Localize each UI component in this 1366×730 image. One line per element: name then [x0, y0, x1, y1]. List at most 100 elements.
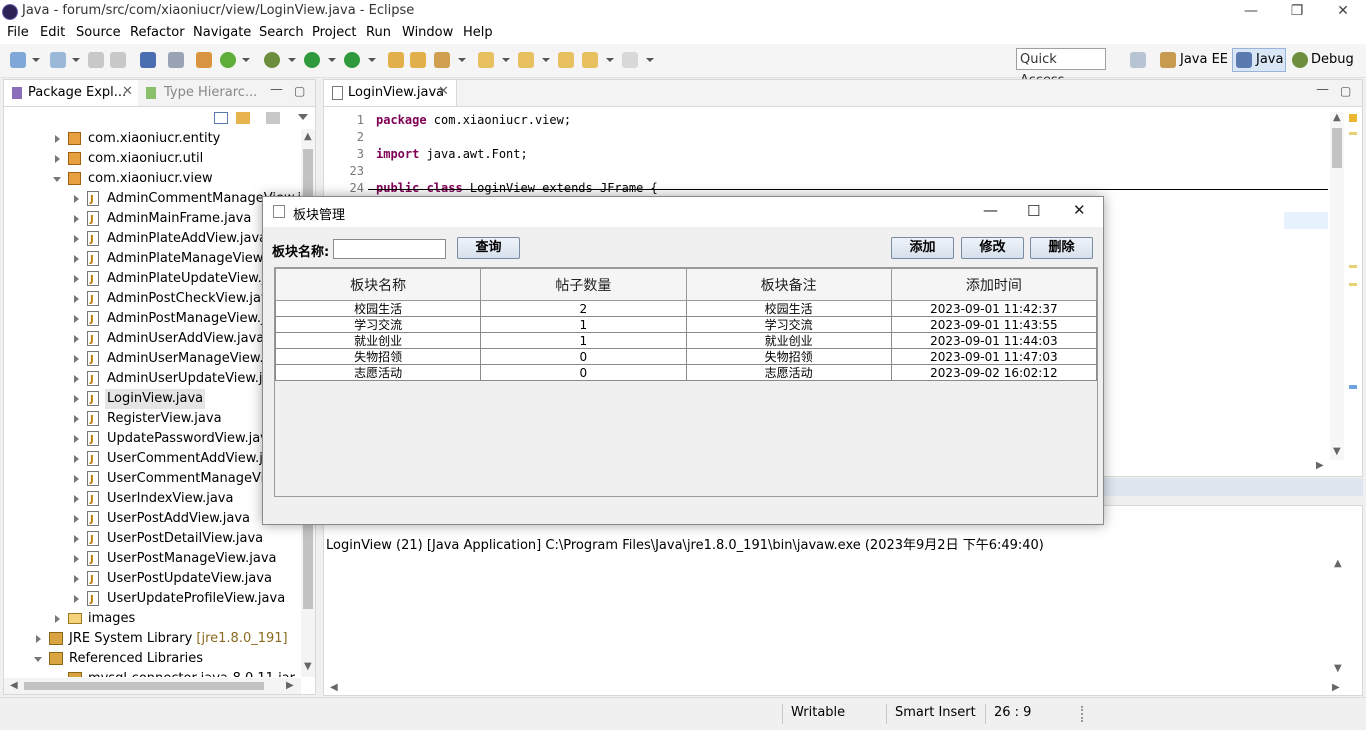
table-cell[interactable]: 2	[480, 300, 687, 317]
collapse-arrow-icon[interactable]	[74, 195, 79, 203]
collapse-arrow-icon[interactable]	[74, 315, 79, 323]
scroll-left-icon[interactable]: ◀	[10, 680, 18, 691]
ruler-marker[interactable]	[1349, 265, 1357, 268]
scroll-thumb[interactable]	[1332, 128, 1342, 168]
next-annotation-dropdown-icon[interactable]	[502, 58, 510, 62]
collapse-arrow-icon[interactable]	[74, 355, 79, 363]
table-cell[interactable]: 2023-09-01 11:43:55	[890, 316, 1098, 333]
dialog-close-button[interactable]: ✕	[1073, 201, 1086, 219]
run-dropdown-icon[interactable]	[328, 58, 336, 62]
editor-vertical-scrollbar[interactable]: ▲ ▼	[1330, 112, 1344, 460]
table-cell[interactable]: 志愿活动	[685, 364, 892, 381]
run-external-dropdown-icon[interactable]	[368, 58, 376, 62]
collapse-arrow-icon[interactable]	[55, 155, 60, 163]
close-tab-icon[interactable]: ✕	[438, 84, 449, 99]
last-edit-icon[interactable]	[558, 52, 574, 68]
back-dropdown-icon[interactable]	[606, 58, 614, 62]
tree-item[interactable]: AdminPlateManageView.java	[4, 249, 300, 269]
tree-item[interactable]: UpdatePasswordView.java	[4, 429, 300, 449]
prev-annotation-dropdown-icon[interactable]	[542, 58, 550, 62]
collapse-arrow-icon[interactable]	[74, 215, 79, 223]
tree-item[interactable]: UserIndexView.java	[4, 489, 300, 509]
scroll-up-icon[interactable]: ▲	[304, 131, 312, 142]
add-button[interactable]: 添加	[891, 237, 954, 259]
edit-button[interactable]: 修改	[961, 237, 1024, 259]
ruler-marker[interactable]	[1349, 283, 1357, 286]
tree-item[interactable]: UserPostDetailView.java	[4, 529, 300, 549]
scroll-down-icon[interactable]: ▼	[1334, 663, 1342, 674]
dialog-maximize-button[interactable]: ☐	[1027, 202, 1040, 220]
table-cell[interactable]: 校园生活	[685, 300, 892, 317]
console-icon[interactable]	[140, 52, 156, 68]
table-cell[interactable]: 0	[480, 348, 687, 365]
collapse-arrow-icon[interactable]	[74, 515, 79, 523]
collapse-all-icon[interactable]	[214, 112, 228, 124]
table-row[interactable]: 失物招领 0 失物招领 2023-09-01 11:47:03	[274, 348, 1098, 365]
table-cell[interactable]: 学习交流	[274, 316, 482, 333]
minimize-view-icon[interactable]: —	[270, 82, 283, 97]
table-cell[interactable]: 失物招领	[685, 348, 892, 365]
collapse-arrow-icon[interactable]	[74, 335, 79, 343]
forward-dropdown-icon[interactable]	[646, 58, 654, 62]
search-tool-icon[interactable]	[434, 52, 450, 68]
tree-item[interactable]: AdminPlateUpdateView.java	[4, 269, 300, 289]
table-cell[interactable]: 就业创业	[685, 332, 892, 349]
maximize-view-icon[interactable]: ▢	[294, 84, 305, 98]
tree-item[interactable]: UserPostUpdateView.java	[4, 569, 300, 589]
table-cell[interactable]: 2023-09-02 16:02:12	[890, 364, 1098, 381]
collapse-arrow-icon[interactable]	[74, 395, 79, 403]
menu-refactor[interactable]: Refactor	[130, 25, 185, 40]
tree-item[interactable]: JRE System Library [jre1.8.0_191]	[4, 629, 300, 649]
tree-item[interactable]: AdminCommentManageView.java	[4, 189, 300, 209]
collapse-arrow-icon[interactable]	[74, 295, 79, 303]
maximize-editor-icon[interactable]: ▢	[1340, 84, 1351, 98]
menu-navigate[interactable]: Navigate	[193, 25, 251, 40]
minimize-button[interactable]: —	[1228, 0, 1274, 23]
menu-search[interactable]: Search	[259, 25, 304, 40]
tree-item[interactable]: AdminPlateAddView.java	[4, 229, 300, 249]
menu-edit[interactable]: Edit	[40, 25, 65, 40]
table-cell[interactable]: 0	[480, 364, 687, 381]
table-cell[interactable]: 志愿活动	[274, 364, 482, 381]
table-cell[interactable]: 2023-09-01 11:44:03	[890, 332, 1098, 349]
scroll-left-icon[interactable]: ◀	[330, 682, 338, 693]
warning-marker-icon[interactable]	[1349, 114, 1357, 122]
column-header-add-time[interactable]: 添加时间	[890, 268, 1098, 301]
tree-item[interactable]: mysql-connector-java-8.0.11.jar	[4, 669, 300, 677]
status-trim-handle[interactable]	[1081, 706, 1085, 722]
tree-item[interactable]: UserPostAddView.java	[4, 509, 300, 529]
new-icon[interactable]	[10, 52, 26, 68]
open-folder-icon[interactable]	[410, 52, 426, 68]
collapse-arrow-icon[interactable]	[74, 595, 79, 603]
new-project-dropdown-icon[interactable]	[72, 58, 80, 62]
new-dropdown-icon[interactable]	[32, 58, 40, 62]
collapse-arrow-icon[interactable]	[55, 615, 60, 623]
scroll-right-icon[interactable]: ▶	[286, 680, 294, 691]
plate-name-input[interactable]	[333, 239, 446, 259]
scroll-right-icon[interactable]: ▶	[1332, 682, 1340, 693]
tree-item[interactable]: com.xiaoniucr.util	[4, 149, 300, 169]
dialog-minimize-button[interactable]: —	[983, 201, 998, 219]
ruler-marker[interactable]	[1349, 385, 1357, 389]
next-annotation-icon[interactable]	[478, 52, 494, 68]
prev-annotation-icon[interactable]	[518, 52, 534, 68]
scroll-down-icon[interactable]: ▼	[304, 661, 312, 672]
open-type-icon[interactable]	[388, 52, 404, 68]
tree-item[interactable]: UserCommentManageView.java	[4, 469, 300, 489]
collapse-arrow-icon[interactable]	[74, 375, 79, 383]
table-row[interactable]: 就业创业 1 就业创业 2023-09-01 11:44:03	[274, 332, 1098, 349]
tab-type-hierarchy[interactable]: Type Hierarc...	[164, 85, 257, 100]
skip-breakpoints-icon[interactable]	[168, 52, 184, 68]
save-all-icon[interactable]	[110, 52, 126, 68]
tree-item[interactable]: AdminPostCheckView.java	[4, 289, 300, 309]
scroll-down-icon[interactable]: ▼	[1333, 446, 1341, 457]
build-icon[interactable]	[196, 52, 212, 68]
perspective-debug[interactable]: Debug	[1311, 50, 1354, 70]
menu-run[interactable]: Run	[366, 25, 391, 40]
perspective-java-ee[interactable]: Java EE	[1180, 50, 1228, 70]
tree-item[interactable]: UserUpdateProfileView.java	[4, 589, 300, 609]
debug-icon[interactable]	[264, 52, 280, 68]
expand-arrow-icon[interactable]	[34, 657, 42, 662]
table-cell[interactable]: 就业创业	[274, 332, 482, 349]
menu-help[interactable]: Help	[463, 25, 493, 40]
